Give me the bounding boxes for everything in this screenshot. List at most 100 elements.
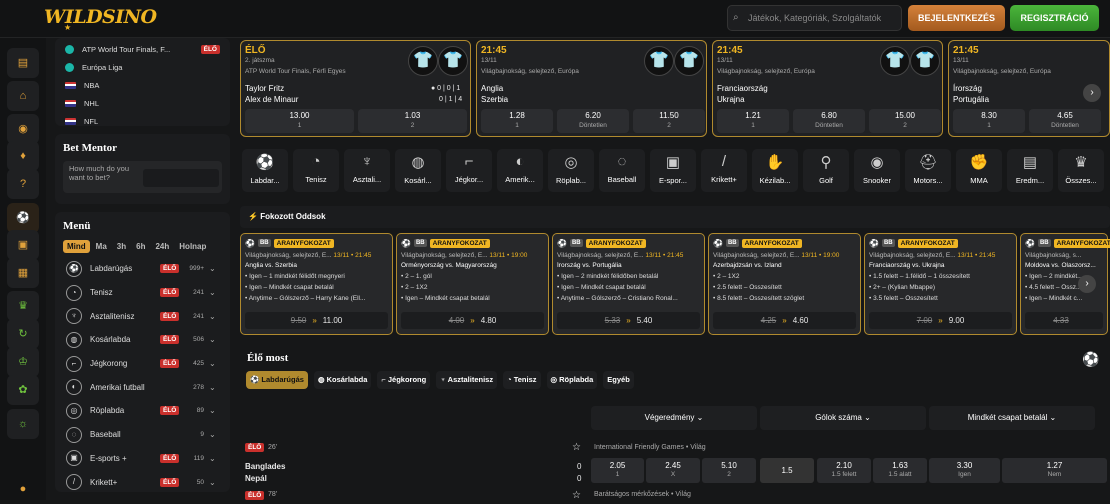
chevron-down-icon[interactable]: ⌄ [209, 359, 216, 368]
sport-tile[interactable]: / Krikett+ [701, 149, 747, 192]
league-item[interactable]: ATP World Tour Finals, F... ÉLŐ [65, 40, 220, 58]
sport-tile[interactable]: ✊ MMA [956, 149, 1002, 192]
trophy-icon[interactable]: ♛ [7, 291, 39, 321]
chevron-down-icon[interactable]: ⌄ [209, 430, 216, 439]
event-odds-button[interactable]: 1.5 [760, 458, 814, 483]
sport-tile[interactable]: ▤ Eredm... [1007, 149, 1053, 192]
sport-tile[interactable]: ◍ Kosárl... [395, 149, 441, 192]
sidebar-sport-item[interactable]: ⚽ Labdarúgás ÉLŐ 999+ ⌄ [63, 257, 222, 281]
chevron-down-icon[interactable]: ⌄ [209, 335, 216, 344]
sportsbook-icon[interactable]: ⚽ [7, 203, 39, 233]
boost-odds-button[interactable]: 5.33 » 5.40 [557, 312, 700, 329]
help-icon[interactable]: ? [7, 169, 39, 199]
sidebar-sport-item[interactable]: ◔ Tenisz ÉLŐ 241 ⌄ [63, 281, 222, 305]
chevron-down-icon[interactable]: ⌄ [209, 312, 216, 321]
boost-odds-button[interactable]: 9.50 » 11.00 [245, 312, 388, 329]
market-select[interactable]: Mindkét csapat betalál ⌄ [929, 406, 1095, 430]
home-icon[interactable]: ⌂ [7, 81, 39, 111]
live-tab[interactable]: Egyéb [603, 371, 634, 389]
chevron-down-icon[interactable]: ⌄ [209, 288, 216, 297]
games-icon[interactable]: ▦ [7, 258, 39, 288]
bet-amount-input[interactable] [143, 169, 219, 187]
boost-odds-button[interactable]: 4.00 » 4.80 [401, 312, 544, 329]
sport-tile[interactable]: ◔ Tenisz [293, 149, 339, 192]
live-event-row[interactable]: ÉLŐ 26' ☆ International Friendly Games • Vi… [240, 440, 1110, 490]
chevron-down-icon[interactable]: ⌄ [209, 478, 216, 487]
event-odds-button[interactable]: 5.10 2 [702, 458, 756, 483]
sport-tile[interactable]: ⛑ Motors... [905, 149, 951, 192]
tab-6h[interactable]: 6h [132, 240, 149, 253]
chevron-down-icon[interactable]: ⌄ [209, 264, 216, 273]
sport-tile[interactable]: ◎ Röplab... [548, 149, 594, 192]
odds-button[interactable]: 1.03 2 [358, 109, 467, 133]
live-icon[interactable]: ♦ [7, 141, 39, 171]
casino-icon[interactable]: ▣ [7, 230, 39, 260]
boost-card[interactable]: ⚽ BB ARANYFOKOZAT Világbajnokság, selejtező… [552, 233, 705, 335]
sport-tile[interactable]: ◉ Snooker [854, 149, 900, 192]
league-item[interactable]: NFL [65, 112, 220, 130]
boost-odds-button[interactable]: 4.33 [1025, 312, 1103, 329]
sidebar-sport-item[interactable]: ◌ Baseball 9 ⌄ [63, 423, 222, 447]
sidebar-sport-item[interactable]: ◎ Röplabda ÉLŐ 89 ⌄ [63, 399, 222, 423]
event-odds-button[interactable]: 3.30 Igen [929, 458, 1000, 483]
sports-icon[interactable]: ◉ [7, 114, 39, 144]
sport-tile[interactable]: ▣ E-spor... [650, 149, 696, 192]
refresh-icon[interactable]: ↻ [7, 319, 39, 349]
sidebar-sport-item[interactable]: / Krikett+ ÉLŐ 50 ⌄ [63, 470, 222, 494]
event-odds-button[interactable]: 2.45 X [646, 458, 700, 483]
sport-tile[interactable]: ⌐ Jégkor... [446, 149, 492, 192]
odds-button[interactable]: 4.65 Döntetlen [1029, 109, 1101, 133]
sport-tile[interactable]: ⚽ Labdar... [242, 149, 288, 192]
tab-ma[interactable]: Ma [92, 240, 111, 253]
odds-button[interactable]: 1.21 1 [717, 109, 789, 133]
odds-button[interactable]: 1.28 1 [481, 109, 553, 133]
market-select[interactable]: Végeredmény ⌄ [591, 406, 757, 430]
favorite-star-icon[interactable]: ☆ [572, 490, 581, 501]
sport-tile[interactable]: ♛ Összes... [1058, 149, 1104, 192]
chevron-down-icon[interactable]: ⌄ [209, 383, 216, 392]
sidebar-sport-item[interactable]: ♆ Asztalitenisz ÉLŐ 241 ⌄ [63, 304, 222, 328]
live-event-row[interactable]: ÉLŐ 78' ☆ Barátságos mérkőzések • Világ [240, 490, 1110, 501]
boost-card[interactable]: ⚽ BB ARANYFOKOZAT Világbajnokság, selejtező… [396, 233, 549, 335]
sport-tile[interactable]: ⚲ Golf [803, 149, 849, 192]
odds-button[interactable]: 15.00 2 [869, 109, 941, 133]
sport-tile[interactable]: ♆ Asztali... [344, 149, 390, 192]
boost-card[interactable]: ⚽ BB ARANYFOKOZAT Világbajnokság, selejtező… [708, 233, 861, 335]
sidebar-sport-item[interactable]: ◍ Kosárlabda ÉLŐ 506 ⌄ [63, 328, 222, 352]
crown-icon[interactable]: ♔ [7, 347, 39, 377]
live-tab[interactable]: ◔ Tenisz [503, 371, 541, 389]
boost-odds-button[interactable]: 7.00 » 9.00 [869, 312, 1012, 329]
live-tab[interactable]: ♆ Asztalitenisz [436, 371, 498, 389]
odds-button[interactable]: 6.80 Döntetlen [793, 109, 865, 133]
sidebar-sport-item[interactable]: ⌐ Jégkorong ÉLŐ 425 ⌄ [63, 352, 222, 376]
favorite-star-icon[interactable]: ☆ [572, 442, 581, 453]
live-tab[interactable]: ◎ Röplabda [546, 371, 598, 389]
tab-mind[interactable]: Mind [63, 240, 90, 253]
odds-button[interactable]: 11.50 2 [633, 109, 705, 133]
odds-button[interactable]: 8.30 1 [953, 109, 1025, 133]
boost-card[interactable]: ⚽ BB ARANYFOKOZAT Világbajnokság, selejtező… [240, 233, 393, 335]
league-item[interactable]: Európa Liga [65, 58, 220, 76]
event-odds-button[interactable]: 1.63 1.5 alatt [873, 458, 927, 483]
live-tab[interactable]: ◍ Kosárlabda [313, 371, 372, 389]
sidebar-sport-item[interactable]: ▣ E-sports + ÉLŐ 119 ⌄ [63, 447, 222, 471]
live-tab[interactable]: ⚽ Labdarúgás [246, 371, 308, 389]
event-odds-button[interactable]: 1.27 Nem [1002, 458, 1107, 483]
sidebar-sport-item[interactable]: ◐ Amerikai futball 278 ⌄ [63, 375, 222, 399]
boost-card[interactable]: ⚽ BB ARANYFOKOZAT Világbajnokság, selejtező… [864, 233, 1017, 335]
login-button[interactable]: BEJELENTKEZÉS [908, 5, 1005, 31]
event-odds-button[interactable]: 2.05 1 [591, 458, 644, 483]
live-tab[interactable]: ⌐ Jégkorong [377, 371, 431, 389]
tab-holnap[interactable]: Holnap [175, 240, 210, 253]
chat-icon[interactable]: ☼ [7, 409, 39, 439]
odds-button[interactable]: 6.20 Döntetlen [557, 109, 629, 133]
chevron-down-icon[interactable]: ⌄ [209, 454, 216, 463]
sport-tile[interactable]: ✋ Kézilab... [752, 149, 798, 192]
market-select[interactable]: Gólok száma ⌄ [760, 406, 926, 430]
betslip-icon[interactable]: ▤ [7, 48, 39, 78]
match-card[interactable]: ÉLŐ 2. játszma ATP World Tour Finals, Férf… [240, 40, 471, 137]
match-card[interactable]: 21:45 13/11 Világbajnokság, selejtező, Eur… [948, 40, 1110, 137]
logo[interactable]: WILDSINO [44, 6, 157, 28]
search-input[interactable]: ⌕ Játékok, Kategóriák, Szolgáltatók [727, 5, 902, 31]
tab-24h[interactable]: 24h [151, 240, 173, 253]
